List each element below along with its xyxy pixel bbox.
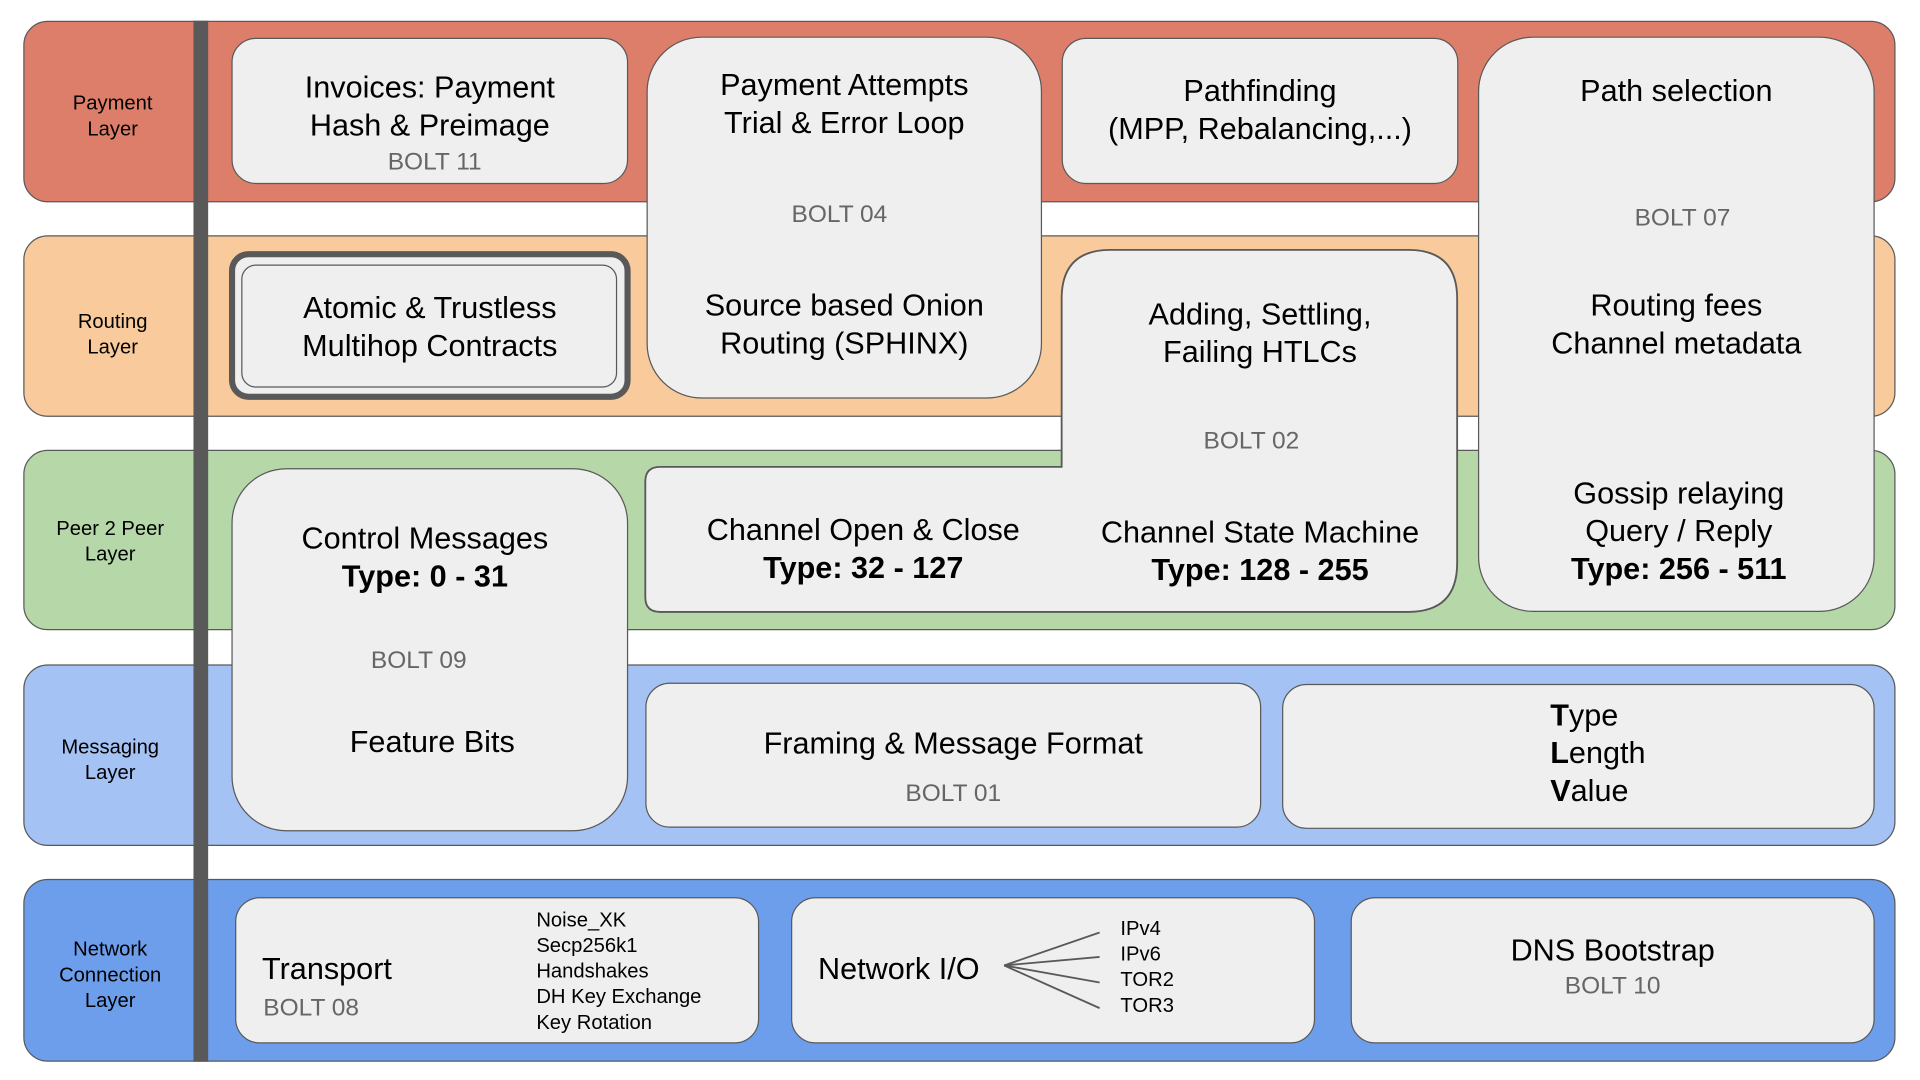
network-io-title: Network I/O — [817, 952, 980, 987]
dns-bootstrap-title: DNS Bootstrap — [1510, 933, 1715, 968]
bolt10-label: BOLT 10 — [1564, 972, 1661, 1000]
lightning-protocol-diagram: Payment Layer Routing Layer Peer 2 Peer Lay… — [0, 0, 1920, 1080]
network-io-items: IPv4 IPv6 TOR2 TOR3 — [1120, 917, 1174, 1017]
